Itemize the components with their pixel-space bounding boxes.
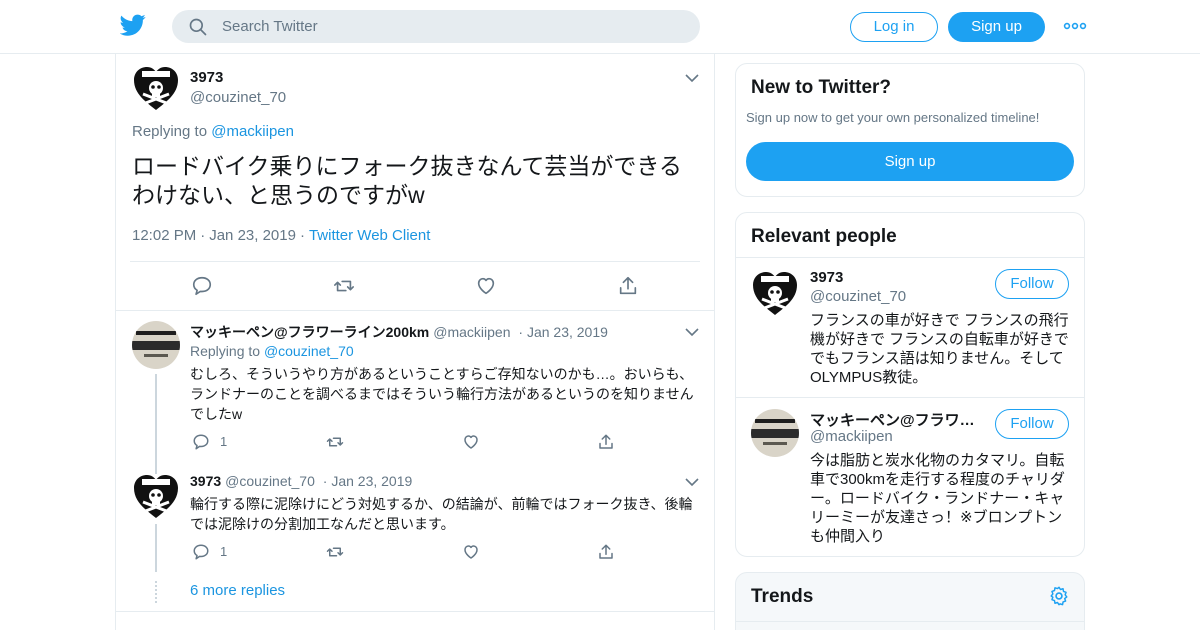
card-subtitle: Sign up now to get your own personalized…	[746, 110, 1040, 125]
search-bar[interactable]	[172, 10, 700, 43]
more-options-icon[interactable]	[1063, 18, 1087, 34]
follow-button[interactable]: Follow	[995, 409, 1069, 439]
reply-icon[interactable]	[191, 275, 213, 297]
person-name[interactable]: マッキーペン@フラワ…	[810, 409, 975, 430]
replying-to-link[interactable]: @couzinet_70	[264, 343, 354, 359]
avatar-photo-detail	[755, 419, 795, 423]
sign-up-button[interactable]: Sign up	[746, 142, 1074, 181]
avatar[interactable]	[751, 269, 799, 317]
divider	[116, 310, 714, 311]
author-name[interactable]: 3973	[190, 473, 221, 489]
author-name[interactable]: マッキーペン@フラワーライン200km	[190, 324, 429, 340]
tweet-date[interactable]: Jan 23, 2019	[331, 473, 412, 489]
like-heart-icon[interactable]	[462, 433, 480, 451]
tweet-text: ロードバイク乗りにフォーク抜きなんて芸当ができるわけない、と思うのですがw	[132, 153, 682, 208]
author-handle[interactable]: @couzinet_70	[190, 89, 286, 106]
reply-icon[interactable]	[192, 543, 210, 561]
trends-card: Trends	[735, 572, 1085, 630]
tweet-meta: 12:02 PM · Jan 23, 2019 · Twitter Web Client	[132, 227, 431, 244]
search-icon	[189, 18, 207, 36]
avatar[interactable]	[132, 321, 180, 369]
search-input[interactable]	[222, 10, 682, 43]
log-in-button[interactable]: Log in	[850, 12, 938, 42]
reply-count: 1	[220, 434, 228, 449]
person-handle[interactable]: @couzinet_70	[810, 288, 906, 305]
retweet-icon[interactable]	[326, 433, 344, 451]
tweet-date[interactable]: Jan 23, 2019	[209, 227, 296, 244]
retweet-icon[interactable]	[326, 543, 344, 561]
replying-to: Replying to @couzinet_70	[190, 343, 354, 359]
card-title: Trends	[751, 586, 814, 607]
gear-icon[interactable]	[1048, 585, 1070, 607]
avatar-photo-detail	[763, 442, 787, 445]
reply-icon[interactable]	[192, 433, 210, 451]
tweet-date[interactable]: Jan 23, 2019	[527, 324, 608, 340]
chevron-down-icon[interactable]	[685, 73, 699, 83]
replying-to-link[interactable]: @mackiipen	[211, 123, 294, 140]
avatar-photo-detail	[751, 429, 799, 438]
tweet-text: 輪行する際に泥除けにどう対処するか、の結論が、前輪ではフォーク抜き、後輪では泥除…	[190, 496, 693, 532]
thread-line	[155, 524, 157, 572]
person-name[interactable]: 3973	[810, 269, 843, 286]
author-handle[interactable]: @couzinet_70	[225, 473, 315, 489]
replying-to-label: Replying to	[190, 343, 261, 359]
divider	[736, 621, 1084, 622]
share-icon[interactable]	[597, 543, 615, 561]
card-title: New to Twitter?	[751, 77, 892, 98]
author-name[interactable]: 3973	[190, 69, 223, 86]
tweet-source-link[interactable]: Twitter Web Client	[309, 227, 430, 244]
retweet-icon[interactable]	[333, 275, 355, 297]
like-heart-icon[interactable]	[462, 543, 480, 561]
chevron-down-icon[interactable]	[685, 327, 699, 337]
follow-button[interactable]: Follow	[995, 269, 1069, 299]
thread-dotted-line	[155, 581, 157, 603]
avatar-photo-detail	[136, 331, 176, 335]
thread-line	[155, 374, 157, 474]
replying-to: Replying to @mackiipen	[132, 123, 294, 140]
author-handle[interactable]: @mackiipen	[433, 324, 510, 340]
avatar-photo-detail	[144, 354, 168, 357]
replying-to-label: Replying to	[132, 123, 208, 140]
reply-count: 1	[220, 544, 228, 559]
divider	[736, 397, 1084, 398]
avatar[interactable]	[132, 472, 180, 520]
top-nav-bar: Log in Sign up	[0, 0, 1200, 54]
person-bio: フランスの車が好きで フランスの飛行機が好きで フランスの自転車が好きで でもフ…	[810, 312, 1069, 386]
more-replies-link[interactable]: 6 more replies	[190, 582, 285, 599]
avatar-photo-detail	[132, 341, 180, 350]
reply-header: マッキーペン@フラワーライン200km @mackiipen · Jan 23, …	[190, 324, 608, 340]
avatar[interactable]	[751, 409, 799, 457]
share-icon[interactable]	[597, 433, 615, 451]
sign-up-button[interactable]: Sign up	[948, 12, 1045, 42]
person-handle[interactable]: @mackiipen	[810, 428, 893, 445]
divider	[116, 611, 714, 612]
chevron-down-icon[interactable]	[685, 477, 699, 487]
divider	[130, 261, 700, 262]
divider	[736, 257, 1084, 258]
tweet-text: むしろ、そういうやり方があるということすらご存知ないのかも…。おいらも、ランドナ…	[190, 366, 694, 422]
card-title: Relevant people	[751, 226, 897, 247]
like-heart-icon[interactable]	[475, 275, 497, 297]
reply-header: 3973 @couzinet_70 · Jan 23, 2019	[190, 473, 413, 489]
relevant-people-card: Relevant people 3973 @couzinet_70 Follow…	[735, 212, 1085, 557]
conversation-column: 3973 @couzinet_70 Replying to @mackiipen…	[115, 54, 715, 630]
share-icon[interactable]	[617, 275, 639, 297]
new-to-twitter-card: New to Twitter? Sign up now to get your …	[735, 63, 1085, 197]
tweet-time[interactable]: 12:02 PM	[132, 227, 196, 244]
person-bio: 今は脂肪と炭水化物のカタマリ。自転車で300kmを走行する程度のチャリダー。ロー…	[810, 452, 1065, 545]
twitter-bird-logo-icon[interactable]	[120, 12, 146, 38]
avatar[interactable]	[132, 64, 180, 112]
